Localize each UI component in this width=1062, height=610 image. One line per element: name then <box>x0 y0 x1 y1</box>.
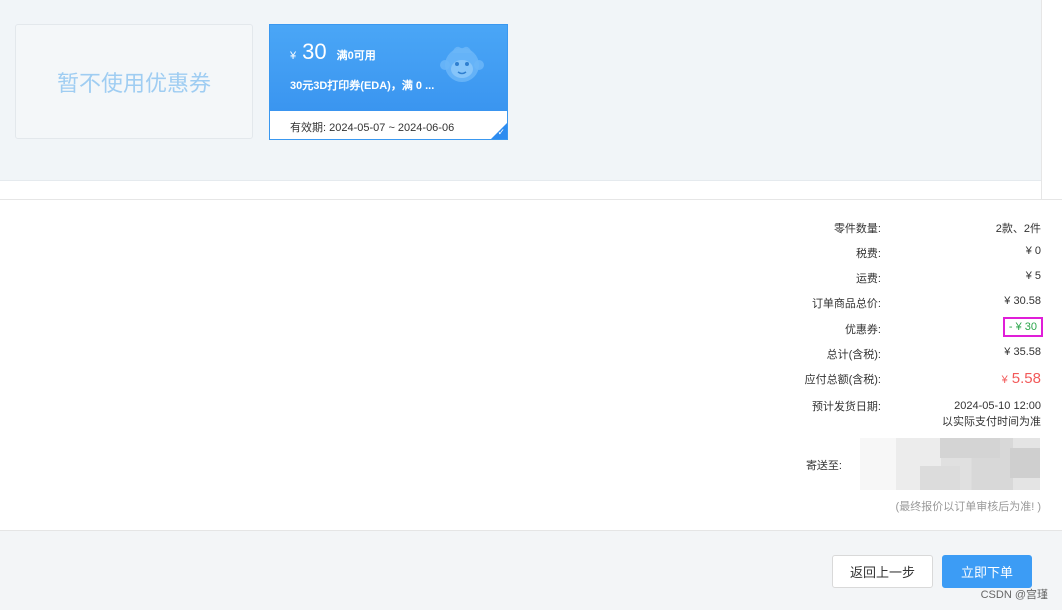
order-total-label: 订单商品总价: <box>811 298 881 310</box>
shipping-label: 运费: <box>855 273 881 285</box>
order-total-value: ¥ 30.58 <box>1004 295 1041 307</box>
checkmark-icon: ✓ <box>497 127 505 137</box>
final-price-note: (最终报价以订单审核后为准! ) <box>895 501 1041 513</box>
summary-row-total-with-tax: 总计(含税): ¥ 35.58 <box>751 346 1041 362</box>
coupon-validity: 有效期: 2024-05-07 ~ 2024-06-06 <box>290 119 454 135</box>
tax-label: 税费: <box>855 248 881 260</box>
watermark: CSDN @宫瑾 <box>980 589 1048 601</box>
coupon-discount-label: 优惠券: <box>844 324 881 336</box>
summary-row-parts: 零件数量: 2款、2件 <box>751 220 1041 236</box>
summary-row-shipping: 运费: ¥ 5 <box>751 270 1041 286</box>
validity-label: 有效期: <box>290 122 330 134</box>
tax-value: ¥ 0 <box>1025 245 1041 257</box>
ship-date-label: 预计发货日期: <box>811 401 881 413</box>
total-with-tax-label: 总计(含税): <box>826 349 881 361</box>
payable-value: ¥5.58 <box>1002 370 1041 387</box>
coupon-description: 30元3D打印券(EDA)，满 0 ... <box>290 80 435 92</box>
coupon-card[interactable]: ¥ 30 满0可用 30元3D打印券(EDA)，满 0 ... 有效期: 202… <box>269 24 508 140</box>
summary-row-ship-date: 预计发货日期: 2024-05-10 12:00 以实际支付时间为准 <box>751 398 1041 430</box>
order-summary: 零件数量: 2款、2件 税费: ¥ 0 运费: ¥ 5 订单商品总价: ¥ 30… <box>0 200 1062 530</box>
coupon-card-header: ¥ 30 满0可用 30元3D打印券(EDA)，满 0 ... <box>270 25 507 115</box>
summary-row-ship-to: 寄送至: <box>662 457 842 473</box>
panel-edge <box>1041 0 1062 200</box>
monkey-mascot-icon <box>440 46 484 82</box>
parts-count-value: 2款、2件 <box>995 223 1041 235</box>
ship-to-label: 寄送至: <box>805 460 842 472</box>
coupon-condition: 满0可用 <box>336 50 376 62</box>
submit-order-button[interactable]: 立即下单 <box>942 555 1032 588</box>
summary-row-payable: 应付总额(含税): ¥5.58 <box>751 370 1041 387</box>
coupon-value: 30 <box>302 39 327 64</box>
shipping-value: ¥ 5 <box>1025 270 1041 282</box>
summary-row-order-total: 订单商品总价: ¥ 30.58 <box>751 295 1041 311</box>
total-with-tax-value: ¥ 35.58 <box>1004 346 1041 358</box>
ship-date-time: 2024-05-10 12:00 <box>954 400 1041 412</box>
no-coupon-label: 暂不使用优惠券 <box>56 71 211 97</box>
coupon-amount: ¥ 30 满0可用 <box>290 39 376 65</box>
ship-date-value: 2024-05-10 12:00 以实际支付时间为准 <box>942 398 1041 430</box>
summary-row-coupon: 优惠券: - ¥ 30 <box>751 317 1043 337</box>
parts-count-label: 零件数量: <box>833 223 881 235</box>
back-button[interactable]: 返回上一步 <box>832 555 933 588</box>
no-coupon-option[interactable]: 暂不使用优惠券 <box>15 24 253 139</box>
coupon-currency: ¥ <box>290 50 297 62</box>
coupon-panel: 暂不使用优惠券 ¥ 30 满0可用 30元3D打印券(EDA)，满 0 ... … <box>0 0 1041 181</box>
validity-range: 2024-05-07 ~ 2024-06-06 <box>329 122 455 134</box>
address-redacted <box>860 438 1040 490</box>
payable-currency: ¥ <box>1001 374 1008 386</box>
ship-date-note: 以实际支付时间为准 <box>942 416 1041 428</box>
payable-amount: 5.58 <box>1011 370 1041 387</box>
footer-action-bar: 返回上一步 立即下单 CSDN @宫瑾 <box>0 530 1062 610</box>
payable-label: 应付总额(含税): <box>804 373 881 386</box>
summary-row-tax: 税费: ¥ 0 <box>751 245 1041 261</box>
coupon-discount-value: - ¥ 30 <box>1002 317 1043 337</box>
